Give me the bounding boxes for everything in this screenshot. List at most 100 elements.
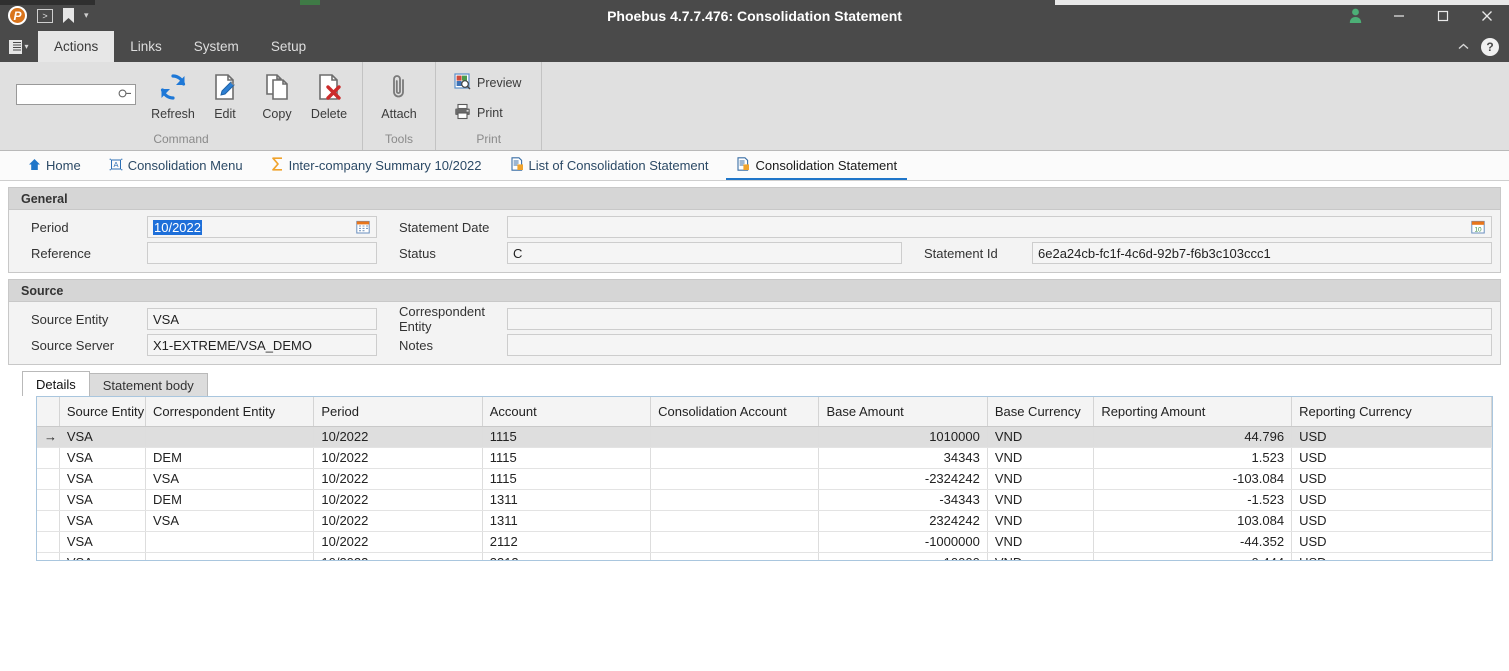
print-button[interactable]: Print — [448, 100, 509, 126]
source-panel-body: Source Entity VSA Correspondent Entity S… — [9, 302, 1500, 364]
menu-item-links[interactable]: Links — [114, 31, 178, 62]
tab-list-of-consolidation-statement[interactable]: List of Consolidation Statement — [496, 151, 723, 180]
cell-reporting-currency: USD — [1291, 468, 1492, 490]
source-row-entity: Source Entity VSA Correspondent Entity — [9, 304, 1500, 334]
col-source-entity[interactable]: Source Entity — [59, 397, 147, 427]
tab-consolidation-menu[interactable]: A Consolidation Menu — [95, 151, 257, 180]
collapse-ribbon-icon[interactable] — [1452, 41, 1475, 53]
details-table: Source Entity Correspondent Entity Perio… — [37, 397, 1492, 560]
copy-icon — [262, 70, 292, 104]
row-marker — [37, 552, 60, 560]
ribbon-group-command-body: Refresh Edit Copy Delete — [0, 62, 362, 130]
col-reporting-currency[interactable]: Reporting Currency — [1291, 397, 1492, 427]
tab-details[interactable]: Details — [22, 371, 90, 396]
user-account-icon[interactable] — [1333, 0, 1377, 31]
cell-correspondent-entity — [145, 552, 315, 560]
search-input[interactable] — [21, 86, 119, 103]
window-controls — [1333, 0, 1509, 31]
menu-item-actions[interactable]: Actions — [38, 31, 115, 62]
cell-source-entity: VSA — [59, 447, 147, 469]
col-account[interactable]: Account — [482, 397, 652, 427]
period-input[interactable]: 10/2022 — [147, 216, 377, 238]
notes-input[interactable] — [507, 334, 1492, 356]
cell-reporting-amount: 1.523 — [1093, 447, 1293, 469]
tab-statement-body[interactable]: Statement body — [88, 373, 208, 396]
cell-base-currency: VND — [987, 426, 1095, 448]
cell-consolidation-account — [650, 447, 820, 469]
cell-correspondent-entity: VSA — [145, 468, 315, 490]
table-row[interactable]: VSA 10/2022 3312 -10000 VND -0.444 USD — [37, 552, 1492, 560]
tab-intercompany-summary[interactable]: Inter-company Summary 10/2022 — [257, 151, 496, 180]
source-entity-label: Source Entity — [31, 311, 109, 327]
tab-label: Home — [46, 158, 81, 173]
cell-reporting-currency: USD — [1291, 426, 1492, 448]
cell-correspondent-entity — [145, 531, 315, 553]
list-doc-icon — [736, 157, 750, 174]
statement-date-input[interactable]: 10 — [507, 216, 1492, 238]
cell-consolidation-account — [650, 510, 820, 532]
col-base-currency[interactable]: Base Currency — [987, 397, 1095, 427]
cell-base-currency: VND — [987, 468, 1095, 490]
cell-period: 10/2022 — [313, 426, 483, 448]
cell-reporting-amount: -1.523 — [1093, 489, 1293, 511]
help-icon[interactable]: ? — [1481, 37, 1499, 56]
tab-consolidation-statement[interactable]: Consolidation Statement — [722, 151, 911, 180]
col-reporting-amount[interactable]: Reporting Amount — [1093, 397, 1293, 427]
cell-correspondent-entity: DEM — [145, 447, 315, 469]
table-row[interactable]: VSA DEM 10/2022 1311 -34343 VND -1.523 U… — [37, 489, 1492, 511]
table-row[interactable]: VSA VSA 10/2022 1115 -2324242 VND -103.0… — [37, 468, 1492, 490]
cell-period: 10/2022 — [313, 510, 483, 532]
close-button[interactable] — [1465, 0, 1509, 31]
statement-id-input[interactable]: 6e2a24cb-fc1f-4c6d-92b7-f6b3c103ccc1 — [1032, 242, 1492, 264]
copy-button[interactable]: Copy — [252, 68, 302, 123]
window-title: Phoebus 4.7.7.476: Consolidation Stateme… — [607, 7, 902, 24]
table-row[interactable]: VSA DEM 10/2022 1115 34343 VND 1.523 USD — [37, 447, 1492, 469]
cell-account: 1115 — [482, 447, 652, 469]
app-menu-caret-icon: ▾ — [24, 42, 29, 51]
table-row[interactable]: VSA VSA 10/2022 1311 2324242 VND 103.084… — [37, 510, 1492, 532]
status-input[interactable]: C — [507, 242, 902, 264]
details-grid[interactable]: Source Entity Correspondent Entity Perio… — [36, 396, 1493, 561]
application-menu-button[interactable]: ▾ — [0, 31, 38, 62]
console-icon[interactable]: > — [37, 8, 53, 23]
cell-consolidation-account — [650, 426, 820, 448]
refresh-button[interactable]: Refresh — [148, 68, 198, 123]
search-box[interactable] — [16, 84, 136, 105]
row-marker — [37, 468, 60, 490]
tab-home[interactable]: Home — [14, 151, 95, 180]
qat-dropdown-icon[interactable]: ▾ — [84, 10, 89, 21]
menu-item-system[interactable]: System — [178, 31, 255, 62]
app-logo-icon[interactable]: P — [8, 6, 27, 25]
preview-icon — [454, 73, 471, 93]
table-row[interactable]: VSA 10/2022 2112 -1000000 VND -44.352 US… — [37, 531, 1492, 553]
preview-button[interactable]: Preview — [448, 70, 527, 96]
source-entity-input[interactable]: VSA — [147, 308, 377, 330]
col-consolidation-account[interactable]: Consolidation Account — [650, 397, 820, 427]
delete-button[interactable]: Delete — [304, 68, 354, 123]
row-selection-arrow-icon: → — [37, 426, 60, 448]
reference-input[interactable] — [147, 242, 377, 264]
refresh-label: Refresh — [151, 107, 195, 121]
cell-reporting-amount: 44.796 — [1093, 426, 1293, 448]
col-base-amount[interactable]: Base Amount — [818, 397, 988, 427]
cell-account: 2112 — [482, 531, 652, 553]
cell-account: 1311 — [482, 489, 652, 511]
menu-item-setup[interactable]: Setup — [255, 31, 322, 62]
cell-correspondent-entity — [145, 426, 315, 448]
minimize-button[interactable] — [1377, 0, 1421, 31]
calendar-icon[interactable] — [354, 219, 371, 236]
tab-label: Inter-company Summary 10/2022 — [288, 158, 482, 173]
cell-base-amount: -2324242 — [818, 468, 988, 490]
source-server-input[interactable]: X1-EXTREME/VSA_DEMO — [147, 334, 377, 356]
bookmark-icon[interactable] — [63, 8, 74, 23]
calendar-icon[interactable]: 10 — [1469, 219, 1486, 236]
table-row[interactable]: → VSA 10/2022 1115 1010000 VND 44.796 US… — [37, 426, 1492, 448]
maximize-button[interactable] — [1421, 0, 1465, 31]
edit-button[interactable]: Edit — [200, 68, 250, 123]
tab-label: Details — [36, 377, 76, 392]
col-correspondent-entity[interactable]: Correspondent Entity — [145, 397, 315, 427]
cell-source-entity: VSA — [59, 510, 147, 532]
correspondent-entity-input[interactable] — [507, 308, 1492, 330]
attach-button[interactable]: Attach — [371, 68, 427, 123]
col-period[interactable]: Period — [313, 397, 483, 427]
